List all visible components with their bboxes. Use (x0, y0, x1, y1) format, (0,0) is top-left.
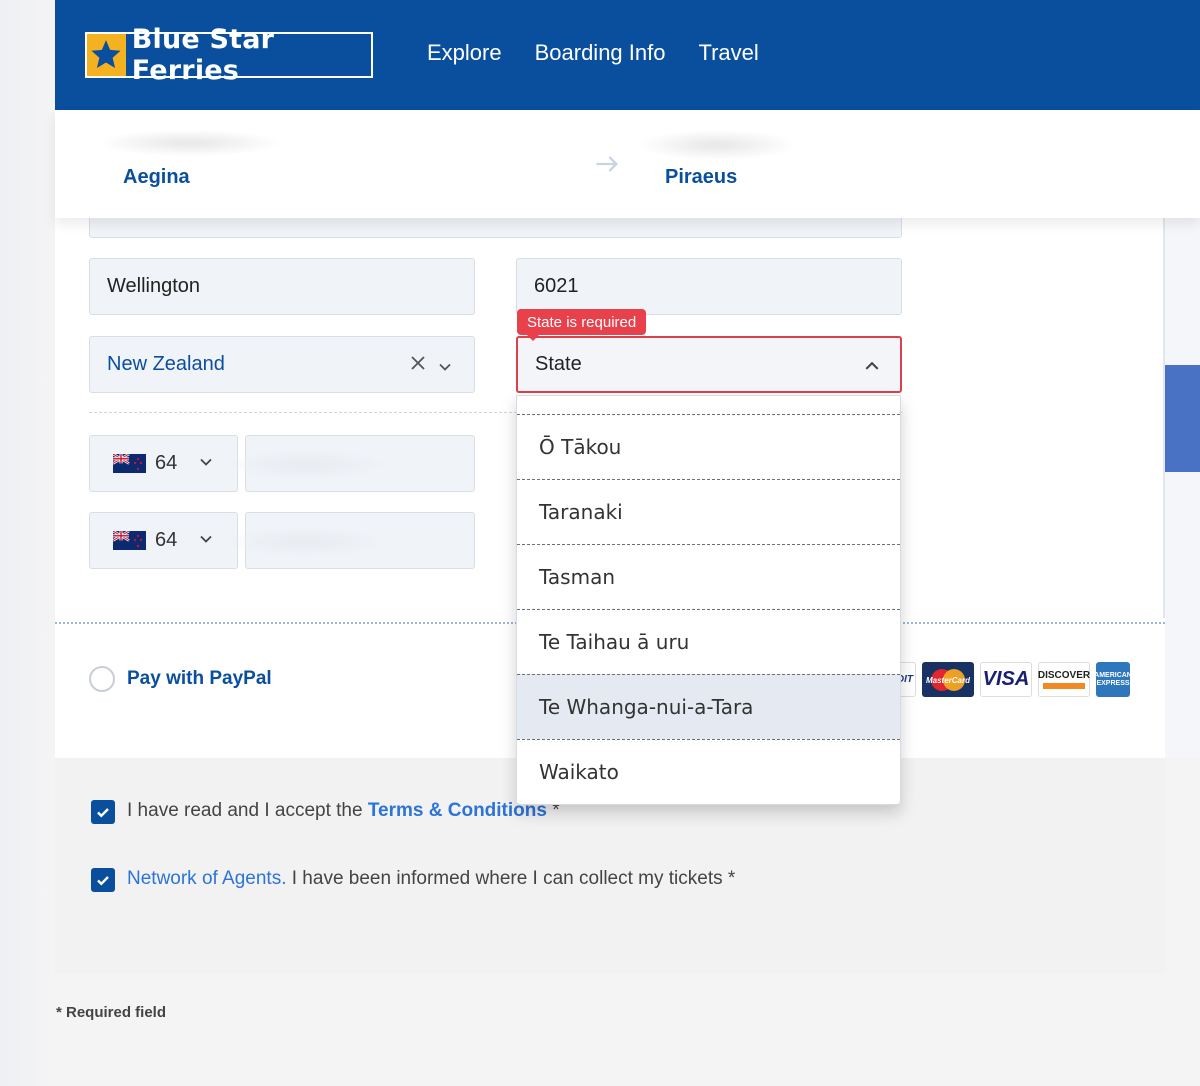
star-logo-icon (87, 34, 126, 76)
nav-boarding-info[interactable]: Boarding Info (535, 40, 666, 66)
state-option[interactable]: Tasman (517, 544, 900, 609)
card-brand-logos: DIT MasterCard VISA DISCOVER AMERICAN EX… (880, 662, 1132, 697)
agents-link[interactable]: Network of Agents. (127, 868, 286, 889)
postcode-field[interactable]: 6021 (516, 258, 902, 315)
required-field-note: * Required field (56, 1004, 167, 1021)
state-error-tooltip: State is required (517, 309, 647, 341)
route-arrow-icon (593, 150, 621, 183)
clear-icon[interactable] (410, 354, 426, 377)
right-side-panel (1165, 218, 1200, 758)
mastercard-icon: MasterCard (922, 662, 974, 697)
visa-icon: VISA (980, 662, 1032, 697)
mastercard-label: MasterCard (926, 676, 971, 685)
page-left-shade (0, 0, 56, 1086)
state-placeholder: State (535, 353, 582, 375)
right-side-accent[interactable] (1165, 365, 1200, 472)
mobile-country-code-select[interactable]: 64 (89, 512, 238, 569)
agents-consent-text: Network of Agents. I have been informed … (127, 868, 735, 890)
paypal-label: Pay with PayPal (127, 668, 272, 689)
site-header: Blue Star Ferries Explore Boarding Info … (55, 0, 1200, 110)
redacted-departure-time (100, 130, 280, 156)
route-summary: Aegina Piraeus (55, 110, 1200, 218)
state-option[interactable]: Te Taihau ā uru (517, 609, 900, 674)
state-dropdown-menu: Ō Tākou Taranaki Tasman Te Taihau ā uru … (516, 395, 901, 805)
discover-label: DISCOVER (1037, 670, 1091, 681)
state-option[interactable]: Ō Tākou (517, 414, 900, 479)
country-value: New Zealand (107, 353, 225, 375)
phone-country-code-select[interactable]: 64 (89, 435, 238, 492)
phone-code-value: 64 (155, 529, 178, 551)
chevron-up-icon[interactable] (864, 357, 880, 380)
terms-consent-text: I have read and I accept the Terms & Con… (127, 800, 560, 822)
nav-travel[interactable]: Travel (698, 40, 758, 66)
chevron-down-icon[interactable] (199, 452, 213, 475)
nz-flag-icon (113, 531, 146, 550)
amex-icon: AMERICAN EXPRESS (1094, 662, 1132, 697)
mobile-number-field[interactable] (226, 512, 475, 569)
postcode-value: 6021 (534, 275, 579, 297)
chevron-down-icon[interactable] (438, 357, 452, 380)
paypal-option[interactable]: Pay with PayPal (89, 666, 272, 692)
brand-logo-text: Blue Star Ferries (131, 24, 275, 86)
city-field[interactable]: Wellington (89, 258, 475, 315)
state-option[interactable]: Waikato (517, 739, 900, 804)
main-nav: Explore Boarding Info Travel (427, 40, 759, 66)
state-option-highlighted[interactable]: Te Whanga-nui-a-Tara (517, 674, 900, 739)
terms-prefix: I have read and I accept the (127, 800, 368, 821)
city-value: Wellington (107, 275, 201, 297)
nz-flag-icon (113, 454, 146, 473)
redacted-mobile-number (226, 527, 386, 557)
brand-logo[interactable]: Blue Star Ferries (85, 24, 373, 86)
checkmark-icon (97, 876, 109, 886)
terms-checkbox[interactable] (91, 800, 115, 824)
address-field[interactable] (89, 218, 902, 238)
checkmark-icon (97, 808, 109, 818)
agents-checkbox[interactable] (91, 868, 115, 892)
discover-stripe (1043, 683, 1085, 689)
phone-code-value: 64 (155, 452, 178, 474)
phone-number-field[interactable] (226, 435, 475, 492)
country-select[interactable]: New Zealand (89, 336, 475, 393)
redacted-phone-number (226, 450, 386, 480)
state-select[interactable]: State (516, 336, 902, 393)
arrival-port: Piraeus (665, 166, 738, 188)
paypal-radio[interactable] (89, 666, 115, 692)
redacted-arrival-time (640, 130, 795, 160)
agents-text: I have been informed where I can collect… (286, 868, 736, 889)
chevron-down-icon[interactable] (199, 529, 213, 552)
departure-port: Aegina (123, 166, 190, 188)
state-option[interactable]: Taranaki (517, 479, 900, 544)
nav-explore[interactable]: Explore (427, 40, 502, 66)
discover-icon: DISCOVER (1038, 662, 1090, 697)
